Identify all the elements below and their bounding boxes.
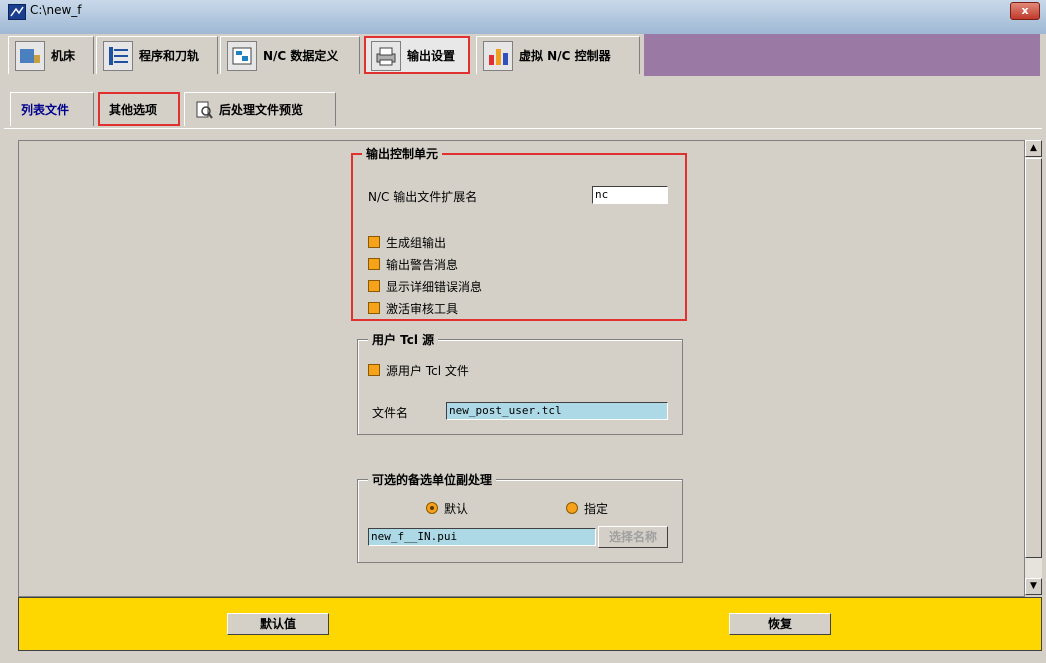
nc-extension-input[interactable]: nc (592, 186, 668, 204)
subtab-list-file-label: 列表文件 (21, 103, 70, 117)
subtab-other-options[interactable]: 其他选项 (98, 92, 180, 126)
option-group-output-label: 生成组输出 (386, 236, 447, 250)
virtual-controller-icon (483, 40, 513, 71)
tcl-file-label: 文件名 (372, 406, 409, 420)
select-name-button[interactable]: 选择名称 (598, 526, 668, 548)
radio-default-label: 默认 (444, 502, 469, 516)
scroll-down-button[interactable]: ▼ (1025, 578, 1042, 595)
checkbox-icon (368, 236, 380, 248)
option-warning-messages-label: 输出警告消息 (386, 258, 459, 272)
option-warning-messages[interactable]: 输出警告消息 (368, 256, 458, 273)
close-button[interactable]: x (1010, 2, 1040, 20)
printer-icon (371, 40, 401, 71)
checkbox-icon (368, 302, 380, 314)
restore-button[interactable]: 恢复 (729, 613, 831, 635)
user-tcl-group: 用户 Tcl 源 源用户 Tcl 文件 文件名 new_post_user.tc… (357, 331, 683, 435)
window-title: C:\new_f (30, 3, 82, 17)
scroll-thumb[interactable] (1025, 158, 1042, 558)
output-control-group: 输出控制单元 N/C 输出文件扩展名 nc 生成组输出 输出警告消息 显示详细错… (351, 145, 687, 321)
checkbox-icon (368, 364, 380, 376)
radio-specify-label: 指定 (584, 502, 609, 516)
option-review-tool-label: 激活审核工具 (386, 302, 459, 316)
subtab-post-preview-label: 后处理文件预览 (219, 103, 304, 117)
tab-output-settings-label: 输出设置 (407, 49, 456, 63)
tab-machine-label: 机床 (51, 49, 76, 63)
user-tcl-legend: 用户 Tcl 源 (368, 331, 439, 348)
scroll-up-button[interactable]: ▲ (1025, 140, 1042, 157)
preview-icon (195, 101, 213, 119)
source-user-tcl-label: 源用户 Tcl 文件 (386, 364, 469, 378)
options-panel: 输出控制单元 N/C 输出文件扩展名 nc 生成组输出 输出警告消息 显示详细错… (18, 140, 1025, 597)
tab-program[interactable]: 程序和刀轨 (96, 36, 218, 74)
source-user-tcl-checkbox[interactable]: 源用户 Tcl 文件 (368, 362, 469, 379)
vertical-scrollbar[interactable]: ▲ ▼ (1024, 140, 1042, 595)
sub-tab-strip: 列表文件 其他选项 后处理文件预览 (4, 80, 1042, 129)
option-detailed-errors[interactable]: 显示详细错误消息 (368, 278, 482, 295)
tcl-file-input[interactable]: new_post_user.tcl (446, 402, 668, 420)
subtab-list-file[interactable]: 列表文件 (10, 92, 94, 126)
alt-unit-legend: 可选的备选单位副处理 (368, 471, 497, 488)
tab-nc-data[interactable]: N/C 数据定义 (220, 36, 360, 74)
option-detailed-errors-label: 显示详细错误消息 (386, 280, 483, 294)
radio-specify[interactable]: 指定 (566, 500, 608, 517)
top-tab-strip: 机床 程序和刀轨 N/C 数据定义 输出设置 虚拟 N/C 控制器 (4, 34, 1042, 78)
option-group-output[interactable]: 生成组输出 (368, 234, 446, 251)
tab-program-label: 程序和刀轨 (139, 49, 200, 63)
tab-output-settings[interactable]: 输出设置 (364, 36, 470, 74)
radio-default[interactable]: 默认 (426, 500, 468, 517)
radio-icon (426, 502, 438, 514)
tab-machine[interactable]: 机床 (8, 36, 94, 74)
checkbox-icon (368, 258, 380, 270)
tab-virtual-controller-label: 虚拟 N/C 控制器 (519, 49, 611, 63)
ext-label: N/C 输出文件扩展名 (368, 190, 478, 204)
subtab-other-options-label: 其他选项 (109, 103, 158, 117)
alt-unit-group: 可选的备选单位副处理 默认 指定 new_f__IN.pui 选择名称 (357, 471, 683, 563)
machine-icon (15, 40, 45, 71)
default-values-button[interactable]: 默认值 (227, 613, 329, 635)
checkbox-icon (368, 280, 380, 292)
radio-icon (566, 502, 578, 514)
data-definition-icon (227, 40, 257, 71)
program-icon (103, 40, 133, 71)
alt-unit-file-input[interactable]: new_f__IN.pui (368, 528, 596, 546)
subtab-post-preview[interactable]: 后处理文件预览 (184, 92, 336, 126)
tab-virtual-controller[interactable]: 虚拟 N/C 控制器 (476, 36, 640, 74)
tab-strip-filler (644, 34, 1040, 76)
option-review-tool[interactable]: 激活审核工具 (368, 300, 458, 317)
app-icon (8, 4, 26, 20)
title-bar: C:\new_f x (0, 0, 1046, 34)
output-control-legend: 输出控制单元 (362, 145, 443, 162)
tab-nc-data-label: N/C 数据定义 (263, 49, 339, 63)
footer-bar: 默认值 恢复 (18, 597, 1042, 651)
